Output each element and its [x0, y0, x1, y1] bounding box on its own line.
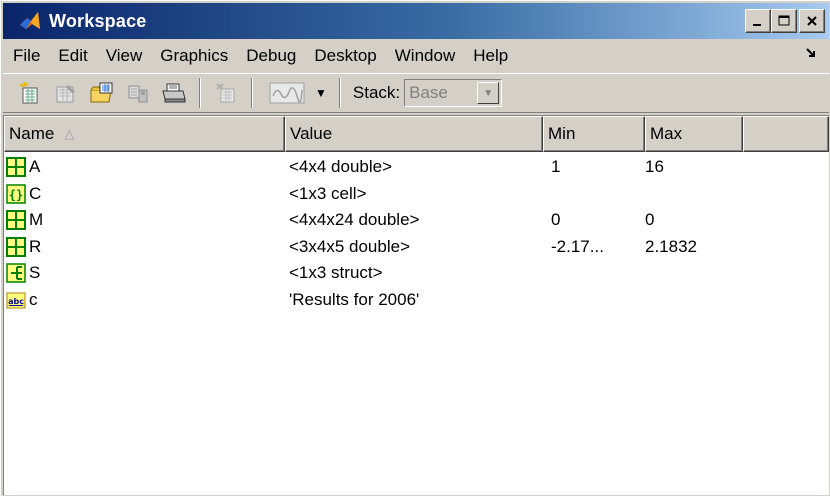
- delete-icon[interactable]: [211, 78, 241, 108]
- table-body: A <4x4 double> 1 16 {} C <1x3 cell> M <4…: [4, 154, 829, 313]
- matrix-icon: [6, 236, 26, 257]
- workspace-table: Name △ Value Min Max A <4x4 double> 1 16: [3, 115, 829, 495]
- svg-text:abc: abc: [8, 297, 24, 306]
- stack-label: Stack:: [352, 83, 401, 102]
- matrix-icon: [6, 210, 26, 231]
- menu-desktop[interactable]: Desktop: [305, 46, 385, 66]
- variable-name: A: [29, 157, 41, 177]
- variable-min: 1: [551, 157, 561, 177]
- column-header-value[interactable]: Value: [285, 116, 543, 152]
- stack-select[interactable]: Base ▼: [404, 79, 503, 107]
- variable-max: 0: [645, 210, 655, 230]
- variable-value: <4x4 double>: [289, 157, 393, 177]
- table-row[interactable]: abc c 'Results for 2006': [4, 287, 829, 314]
- save-icon[interactable]: [123, 78, 153, 108]
- variable-name: R: [29, 236, 42, 256]
- plot-dropdown-icon[interactable]: ▼: [315, 86, 327, 100]
- variable-max: 2.1832: [645, 236, 697, 256]
- dock-arrow-icon[interactable]: [805, 47, 817, 62]
- column-header-min[interactable]: Min: [543, 116, 645, 152]
- menu-debug[interactable]: Debug: [237, 46, 305, 66]
- window-title: Workspace: [49, 10, 147, 31]
- table-row[interactable]: {} C <1x3 cell>: [4, 181, 829, 208]
- menu-file[interactable]: File: [3, 46, 49, 66]
- close-button[interactable]: [799, 9, 825, 33]
- matlab-logo-icon: [17, 8, 43, 34]
- table-header: Name △ Value Min Max: [4, 116, 829, 152]
- menu-help[interactable]: Help: [464, 46, 517, 66]
- chevron-down-icon[interactable]: ▼: [477, 82, 500, 104]
- variable-value: <1x3 cell>: [289, 183, 367, 203]
- struct-icon: [6, 263, 26, 283]
- matrix-icon: [6, 157, 26, 178]
- toolbar-separator: [251, 78, 253, 108]
- table-row[interactable]: S <1x3 struct>: [4, 260, 829, 287]
- maximize-button[interactable]: [771, 9, 797, 33]
- variable-value: 'Results for 2006': [289, 289, 420, 309]
- workspace-window: Workspace File Edit View Graphics Debug …: [0, 0, 830, 496]
- plot-icon[interactable]: [267, 80, 307, 106]
- cell-icon: {}: [6, 184, 26, 204]
- toolbar: ▼ Stack: Base ▼: [3, 73, 829, 113]
- variable-value: <1x3 struct>: [289, 263, 383, 283]
- column-header-max[interactable]: Max: [645, 116, 743, 152]
- variable-name: C: [29, 183, 42, 203]
- toolbar-separator: [199, 78, 201, 108]
- variable-min: -2.17...: [551, 236, 604, 256]
- sort-ascending-icon: △: [64, 126, 75, 141]
- char-icon: abc: [6, 290, 26, 310]
- variable-name: M: [29, 210, 44, 230]
- new-variable-icon[interactable]: [15, 78, 45, 108]
- variable-name: c: [29, 289, 38, 309]
- menu-graphics[interactable]: Graphics: [151, 46, 237, 66]
- variable-value: <3x4x5 double>: [289, 236, 410, 256]
- variable-name: S: [29, 263, 41, 283]
- menu-view[interactable]: View: [97, 46, 152, 66]
- menu-bar: File Edit View Graphics Debug Desktop Wi…: [3, 41, 829, 71]
- variable-value: <4x4x24 double>: [289, 210, 420, 230]
- stack-value: Base: [409, 83, 448, 102]
- open-selection-icon[interactable]: [51, 78, 81, 108]
- minimize-button[interactable]: [745, 9, 771, 33]
- window-controls: [745, 9, 825, 33]
- print-icon[interactable]: [159, 78, 189, 108]
- table-row[interactable]: M <4x4x24 double> 0 0: [4, 207, 829, 234]
- menu-edit[interactable]: Edit: [49, 46, 96, 66]
- svg-text:{}: {}: [9, 188, 23, 202]
- table-row[interactable]: A <4x4 double> 1 16: [4, 154, 829, 181]
- variable-min: 0: [551, 210, 561, 230]
- title-bar[interactable]: Workspace: [3, 3, 829, 39]
- column-header-name[interactable]: Name △: [4, 116, 285, 152]
- menu-window[interactable]: Window: [386, 46, 464, 66]
- toolbar-separator: [338, 78, 341, 108]
- table-row[interactable]: R <3x4x5 double> -2.17... 2.1832: [4, 234, 829, 261]
- import-data-icon[interactable]: [87, 78, 117, 108]
- column-header-empty: [743, 116, 829, 152]
- variable-max: 16: [645, 157, 664, 177]
